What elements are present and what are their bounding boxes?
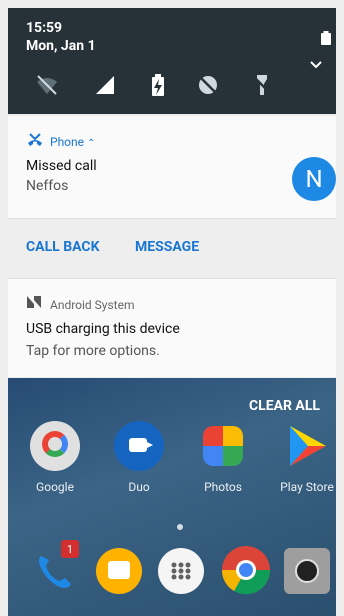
notification-app-name: Android System <box>50 298 135 312</box>
duo-icon[interactable] <box>114 421 164 471</box>
status-time: 15:59 <box>26 20 63 36</box>
wifi-off-icon[interactable] <box>34 72 60 98</box>
battery-charging-icon[interactable] <box>145 72 171 98</box>
photos-icon[interactable] <box>198 421 248 471</box>
app-drawer-icon[interactable] <box>158 548 204 594</box>
expand-caret-icon[interactable]: ⌃ <box>87 138 95 149</box>
sync-off-icon[interactable] <box>195 72 221 98</box>
app-label-photos: Photos <box>204 480 242 494</box>
notification-title: Missed call <box>26 158 97 174</box>
page-indicator-dot <box>177 524 183 530</box>
messages-icon[interactable] <box>96 548 142 594</box>
notification-actions: CALL BACK MESSAGE <box>8 218 336 277</box>
android-system-icon <box>27 296 41 308</box>
notification-badge: 1 <box>61 540 79 558</box>
notification-missed-call[interactable]: Phone ⌃ Missed call Neffos <box>8 116 336 218</box>
home-screen: CLEAR ALL Google Duo Photos Play Store 1 <box>8 378 336 616</box>
app-label-duo: Duo <box>128 480 150 494</box>
play-store-icon[interactable] <box>282 421 332 471</box>
expand-chevron-icon[interactable] <box>309 60 323 70</box>
notification-app-label: Phone <box>50 135 85 149</box>
notification-usb[interactable]: Android System USB charging this device … <box>8 278 336 377</box>
battery-icon <box>321 31 331 45</box>
avatar: N <box>292 157 336 201</box>
notification-text: Tap for more options. <box>26 343 160 359</box>
app-label-play-store: Play Store <box>280 480 334 494</box>
message-button[interactable]: MESSAGE <box>135 239 199 255</box>
google-folder-icon[interactable] <box>30 421 80 471</box>
flashlight-off-icon[interactable] <box>249 72 275 98</box>
status-bar: 15:59 Mon, Jan 1 <box>8 8 336 114</box>
clear-all-button[interactable]: CLEAR ALL <box>249 398 320 414</box>
camera-icon[interactable] <box>284 548 330 594</box>
chrome-icon[interactable] <box>220 544 272 596</box>
app-label-google: Google <box>36 480 74 494</box>
phone-missed-icon <box>28 133 42 146</box>
call-back-button[interactable]: CALL BACK <box>26 239 99 255</box>
notification-text: Neffos <box>26 178 69 194</box>
cell-signal-icon[interactable] <box>92 72 118 98</box>
notification-title: USB charging this device <box>26 321 180 337</box>
status-date: Mon, Jan 1 <box>26 38 96 54</box>
notification-app-name: Phone ⌃ <box>50 135 95 149</box>
